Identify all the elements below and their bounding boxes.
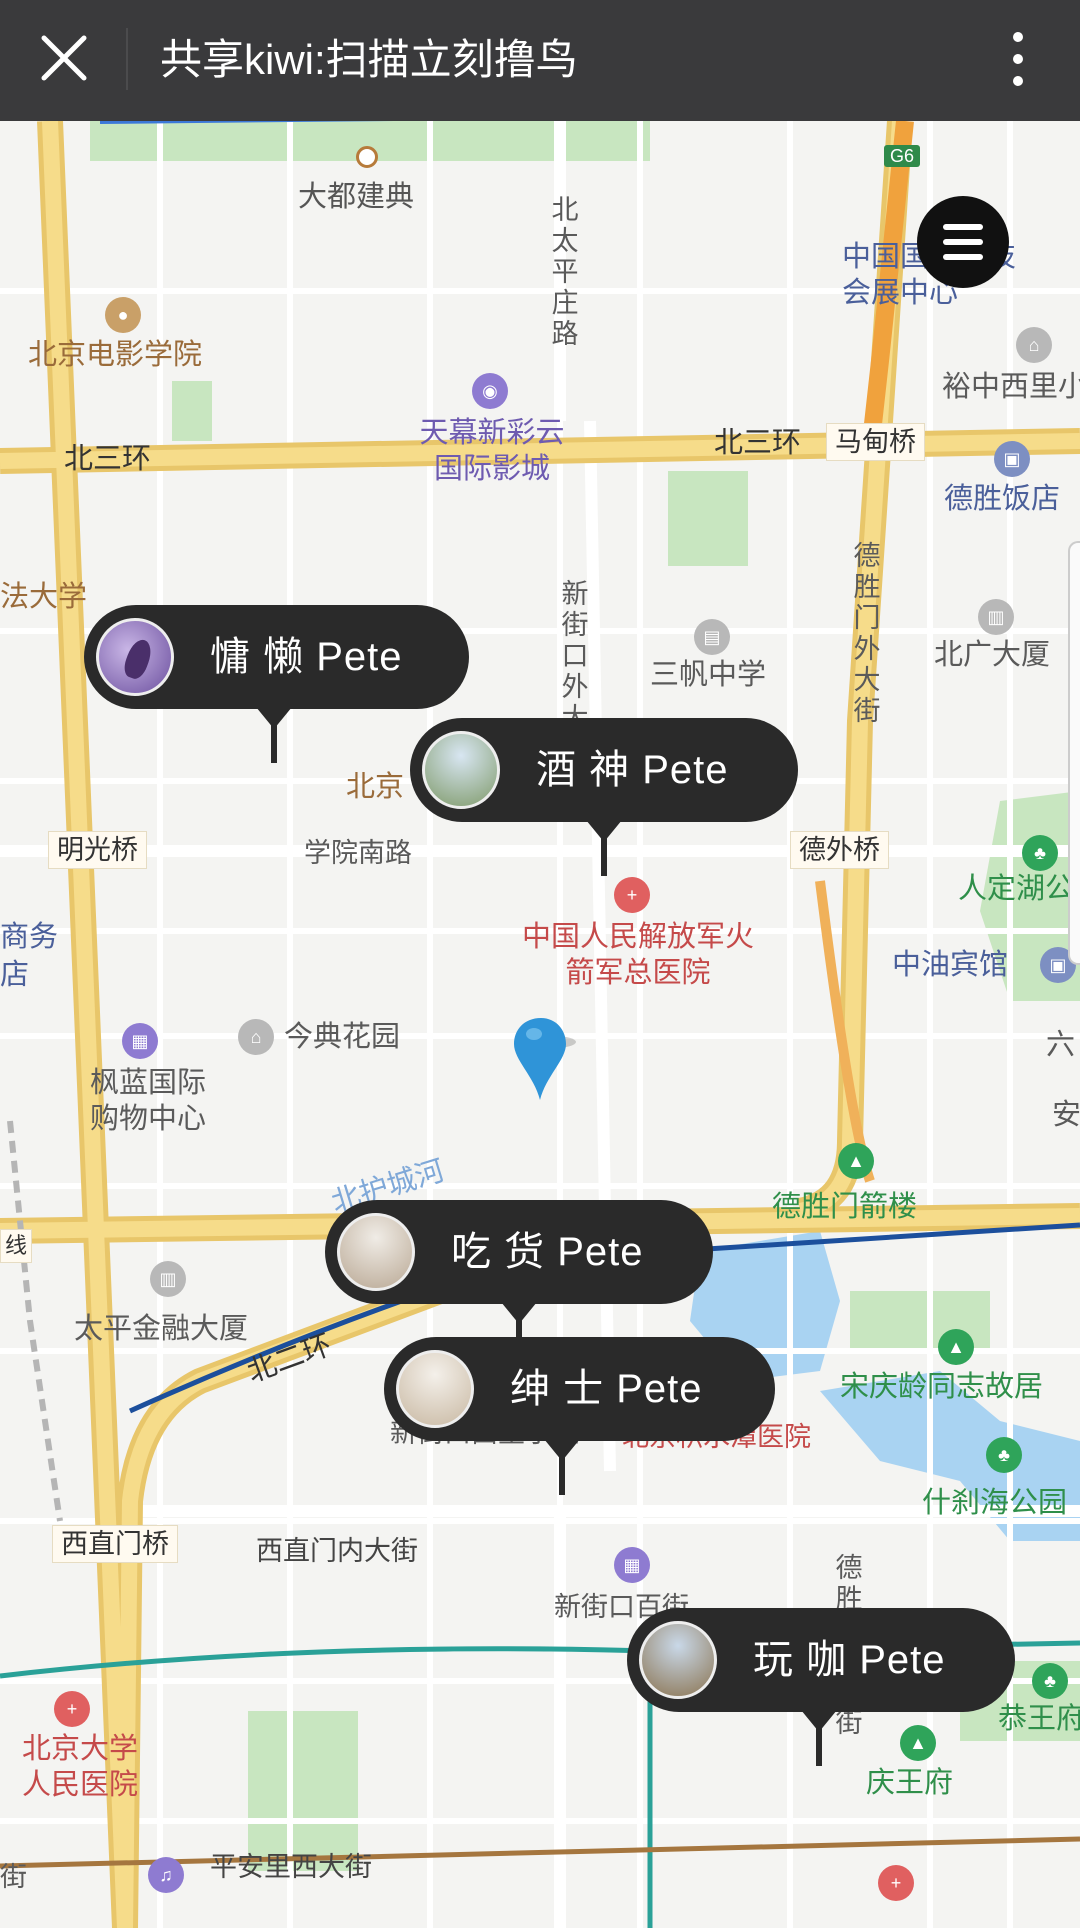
map-label-beitaipingzhuang-road: 北太平庄路 (551, 195, 579, 349)
map-label-prince-gong-mansion: 恭王府 (998, 1703, 1080, 1735)
park-icon: ▲ (900, 1725, 936, 1761)
mall-icon: ▦ (122, 1023, 158, 1059)
hamburger-menu-icon[interactable] (917, 196, 1009, 288)
map-label-business-partial: 商务 (0, 921, 59, 953)
kiwi-marker-bubble[interactable]: 吃 货 Pete (325, 1200, 713, 1358)
academy-icon: ● (105, 297, 141, 333)
building-icon: ⌂ (1016, 327, 1052, 363)
map-label-taiping-finance: 太平金融大厦 (74, 1313, 249, 1345)
kiwi-avatar (396, 1350, 474, 1428)
side-drawer-handle[interactable] (1068, 541, 1080, 965)
map-label-deshengmenwai-street: 德胜门外大街 (853, 541, 881, 726)
map-label-beiguang: 北广大厦 (934, 639, 1051, 671)
map-label-an-partial: 安 (1052, 1099, 1080, 1131)
kiwi-name: 慵 懒 Pete (210, 635, 403, 679)
map-label-pinganli-west-street: 平安里西大街 (210, 1852, 372, 1882)
mall-icon: ▦ (614, 1547, 650, 1583)
map-label-beijing-partial: 北京 (346, 771, 405, 803)
top-navigation-bar: 共享kiwi:扫描立刻撸鸟 (0, 0, 1080, 121)
park-icon: ♣ (1032, 1663, 1068, 1699)
hotel-icon: ▣ (994, 441, 1030, 477)
bubble-stem (559, 1455, 565, 1495)
kiwi-avatar (422, 731, 500, 809)
map-label-rocket-force-hospital: 中国人民解放军火箭军总医院 (521, 921, 754, 989)
map-label-street-partial: 街 (0, 1862, 27, 1892)
map-label-tianmu-cinema: 天幕新彩云国际影城 (419, 417, 565, 485)
map-label-beisanhuan-west: 北三环 (64, 443, 152, 475)
map-label-store-partial: 店 (0, 959, 30, 991)
map-label-yuzhong: 裕中西里小 (942, 371, 1080, 403)
hospital-icon: + (54, 1691, 90, 1727)
map-view[interactable]: ● ◉ ⌂ ▣ ▤ ▥ + ♣ ▣ ⌂ ▦ ▲ ▥ ▲ + ♣ ▦ ♣ + ▲ … (0, 121, 1080, 1928)
map-label-beisanhuan-east: 北三环 (714, 427, 802, 459)
park-icon: ♣ (1022, 835, 1058, 871)
map-label-university-partial: 法大学 (0, 581, 88, 613)
map-label-g6-highway: G6 (884, 145, 921, 167)
map-label-liu-partial: 六 (1046, 1029, 1076, 1061)
kiwi-marker-bubble[interactable]: 慵 懒 Pete (84, 605, 469, 763)
bubble-stem (271, 723, 277, 763)
kiwi-avatar (337, 1213, 415, 1291)
map-label-pku-peoples-hospital: 北京大学人民医院 (21, 1733, 138, 1801)
map-label-madian-bridge: 马甸桥 (826, 423, 925, 461)
map-label-deshengmen-tower: 德胜门箭楼 (772, 1191, 918, 1223)
map-label-xizhimennei-street: 西直门内大街 (256, 1536, 418, 1566)
map-label-sanfan-school: 三帆中学 (650, 659, 767, 691)
park-icon: ▲ (838, 1143, 874, 1179)
school-icon: ▤ (694, 619, 730, 655)
map-label-xizhimen-bridge: 西直门桥 (52, 1525, 178, 1563)
map-label-rendinghu-park: 人定湖公 (958, 873, 1075, 905)
kiwi-name: 玩 咖 Pete (753, 1638, 946, 1682)
map-label-mingguang-bridge: 明光桥 (48, 831, 147, 869)
title-separator (126, 28, 128, 90)
location-pin-icon[interactable] (508, 1014, 578, 1104)
map-label-qingwangfu: 庆王府 (866, 1767, 954, 1799)
map-label-jindian-garden: 今典花园 (284, 1021, 401, 1053)
map-label-desheng-hotel: 德胜饭店 (944, 483, 1061, 515)
map-label-line-partial: 线 (0, 1229, 33, 1263)
map-label-film-academy: 北京电影学院 (28, 339, 203, 371)
residence-icon: ⌂ (238, 1019, 274, 1055)
bubble-stem (816, 1726, 822, 1766)
park-icon: ▲ (938, 1329, 974, 1365)
kiwi-avatar (639, 1621, 717, 1699)
kiwi-marker-bubble[interactable]: 酒 神 Pete (410, 718, 798, 876)
kiwi-name: 吃 货 Pete (451, 1230, 644, 1274)
building-icon: ▥ (978, 599, 1014, 635)
map-label-fenglan-mall: 枫蓝国际购物中心 (89, 1067, 206, 1135)
cinema-icon: ◉ (472, 373, 508, 409)
map-label-zhongyou-hotel: 中油宾馆 (892, 949, 1009, 981)
map-label-soong-chingling-residence: 宋庆龄同志故居 (840, 1371, 1044, 1403)
hospital-icon: + (878, 1865, 914, 1901)
page-title: 共享kiwi:扫描立刻撸鸟 (160, 36, 578, 83)
close-icon[interactable] (28, 22, 100, 94)
music-icon: ♫ (148, 1857, 184, 1893)
map-label-dewai-bridge: 德外桥 (790, 831, 889, 869)
kiwi-avatar (96, 618, 174, 696)
bubble-stem (601, 836, 607, 876)
kiwi-marker-bubble[interactable]: 绅 士 Pete (384, 1337, 775, 1495)
park-icon: ♣ (986, 1437, 1022, 1473)
kiwi-marker-bubble[interactable]: 玩 咖 Pete (627, 1608, 1015, 1766)
poi-dot-icon (356, 146, 378, 168)
map-label-dadu: 大都建典 (298, 181, 415, 213)
map-label-shichahai-park: 什刹海公园 (922, 1487, 1068, 1519)
hospital-icon: + (614, 877, 650, 913)
more-vertical-icon[interactable] (998, 26, 1038, 92)
building-icon: ▥ (150, 1261, 186, 1297)
kiwi-name: 绅 士 Pete (510, 1367, 703, 1411)
kiwi-name: 酒 神 Pete (536, 748, 729, 792)
map-label-xueyuan-south-road: 学院南路 (304, 838, 412, 868)
